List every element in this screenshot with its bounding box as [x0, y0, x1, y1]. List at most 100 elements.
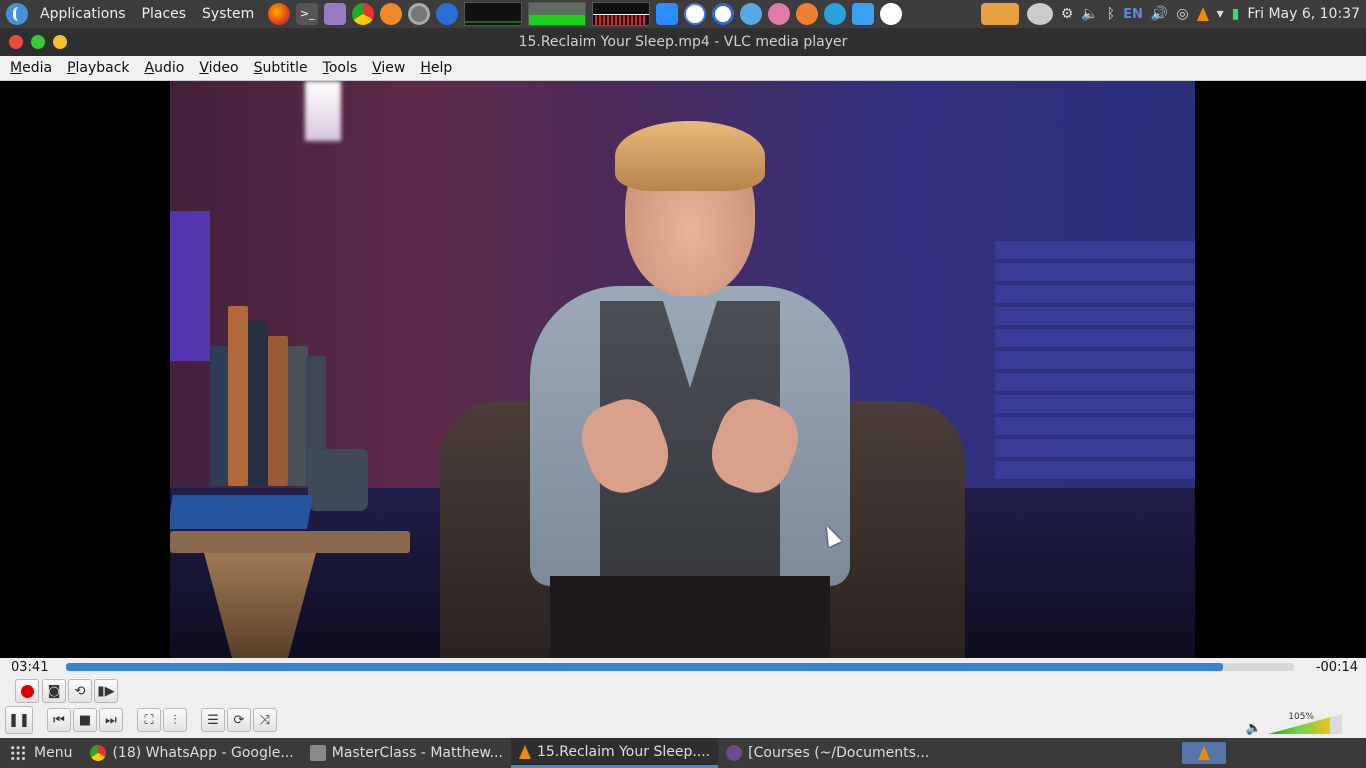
vlc-icon [1198, 746, 1210, 760]
presenter [530, 121, 850, 658]
previous-button[interactable]: ⏮ [47, 708, 71, 732]
pause-icon: ❚❚ [8, 712, 30, 728]
menu-tools[interactable]: Tools [318, 60, 363, 76]
taskbar: Menu (18) WhatsApp - Google... MasterCla… [0, 738, 1366, 768]
text-editor-icon[interactable] [324, 3, 347, 25]
background-glow [170, 211, 210, 361]
browser-tray-icon[interactable]: ◎ [1176, 6, 1188, 22]
menu-media[interactable]: Media [5, 60, 57, 76]
playlist-icon: ☰ [207, 712, 219, 728]
frame-step-icon: ▮▶ [97, 683, 115, 699]
remote-app-icon[interactable] [852, 3, 875, 25]
clock[interactable]: Fri May 6, 10:37 [1247, 6, 1360, 22]
playlist-button[interactable]: ☰ [201, 708, 225, 732]
keyboard-layout[interactable]: EN [1123, 7, 1143, 22]
task-vlc[interactable]: 15.Reclaim Your Sleep.... [510, 738, 719, 768]
loop-button[interactable]: ⟳ [227, 708, 251, 732]
menu-view[interactable]: View [367, 60, 410, 76]
speaker-icon[interactable]: 🔈 [1081, 6, 1098, 22]
system-tray: ⚙ 🔈 ᛒ EN 🔊 ◎ ▾ ▮ Fri May 6, 10:37 [980, 0, 1366, 28]
record-button[interactable] [15, 679, 39, 703]
ab-loop-icon: ⟲ [74, 683, 86, 699]
pause-button[interactable]: ❚❚ [5, 706, 33, 734]
fullscreen-icon: ⛶ [144, 712, 154, 728]
vlc-tray-icon[interactable] [1196, 7, 1209, 21]
battery-icon[interactable]: ▮ [1232, 6, 1240, 22]
chrome-icon[interactable] [352, 3, 375, 25]
record-icon [20, 684, 34, 698]
headset-icon[interactable] [768, 3, 791, 25]
camera-icon: ◙ [47, 683, 61, 699]
terminal-icon[interactable]: >_ [296, 3, 319, 25]
app-grid-icon [10, 745, 26, 761]
window-title-bar: 15.Reclaim Your Sleep.mp4 - VLC media pl… [0, 28, 1366, 56]
loop-ab-button[interactable]: ⟲ [68, 679, 92, 703]
network-app-icon[interactable] [436, 3, 459, 25]
menu-subtitle[interactable]: Subtitle [249, 60, 313, 76]
mug [308, 449, 368, 511]
editor-icon [726, 745, 743, 761]
distro-logo-icon[interactable] [6, 3, 28, 25]
snapshot-button[interactable]: ◙ [42, 679, 66, 703]
top-panel: Applications Places System >_ ⚙ 🔈 ᛒ EN 🔊… [0, 0, 1366, 28]
settings-app-icon[interactable] [684, 3, 707, 25]
network-graph [592, 2, 651, 26]
mute-button[interactable]: 🔈 [1246, 721, 1262, 736]
menu-audio[interactable]: Audio [140, 60, 190, 76]
seek-bar[interactable] [66, 663, 1294, 671]
wifi-icon[interactable]: ▾ [1217, 6, 1224, 22]
remaining-time[interactable]: -00:14 [1316, 660, 1358, 675]
menu-playback[interactable]: Playback [62, 60, 134, 76]
stop-icon: ■ [78, 712, 92, 728]
menu-bar: Media Playback Audio Video Subtitle Tool… [0, 56, 1366, 81]
window-title: 15.Reclaim Your Sleep.mp4 - VLC media pl… [518, 34, 848, 50]
seek-progress [66, 663, 1223, 671]
next-button[interactable]: ⏭ [99, 708, 123, 732]
fox-app-icon[interactable] [796, 3, 819, 25]
menu-video[interactable]: Video [194, 60, 243, 76]
telegram-icon[interactable] [824, 3, 847, 25]
shuffle-icon: ⤨ [259, 712, 271, 728]
extended-settings-button[interactable]: ⫶ [163, 708, 187, 732]
fullscreen-button[interactable]: ⛶ [137, 708, 161, 732]
task-editor[interactable]: [Courses (~/Documents... [718, 738, 937, 768]
start-menu-label: Menu [34, 745, 73, 761]
memory-graph [528, 2, 587, 26]
video-area[interactable] [0, 81, 1366, 658]
places-menu[interactable]: Places [134, 0, 195, 28]
task-label: MasterClass - Matthew... [331, 745, 503, 761]
writer-icon[interactable] [712, 3, 735, 25]
volume-percent: 105% [1288, 712, 1314, 722]
equalizer-icon: ⫶ [173, 712, 177, 728]
fish-icon[interactable] [980, 3, 1019, 25]
chess-icon[interactable] [880, 3, 903, 25]
start-menu-button[interactable]: Menu [0, 738, 82, 768]
record-app-icon[interactable] [408, 3, 431, 25]
menu-help[interactable]: Help [415, 60, 457, 76]
shuffle-button[interactable]: ⤨ [253, 708, 277, 732]
frame-step-button[interactable]: ▮▶ [94, 679, 118, 703]
folder-icon [309, 745, 326, 761]
stop-button[interactable]: ■ [73, 708, 97, 732]
launcher-bar: >_ [268, 2, 903, 26]
elapsed-time[interactable]: 03:41 [11, 660, 48, 675]
vlc-tray-button[interactable] [1182, 742, 1226, 764]
task-whatsapp[interactable]: (18) WhatsApp - Google... [82, 738, 301, 768]
applications-menu[interactable]: Applications [32, 0, 134, 28]
system-menu[interactable]: System [194, 0, 262, 28]
gear-icon[interactable]: ⚙ [1061, 6, 1074, 22]
mu-icon[interactable] [380, 3, 403, 25]
task-file-manager[interactable]: MasterClass - Matthew... [302, 738, 511, 768]
background-stairs [995, 241, 1195, 481]
volume-icon[interactable]: 🔊 [1151, 6, 1168, 22]
player-controls: 03:41 -00:14 ◙ ⟲ ▮▶ ❚❚ ⏮ ■ ⏭ ⛶ ⫶ ☰ ⟳ ⤨ 🔈… [0, 658, 1366, 738]
task-label: (18) WhatsApp - Google... [112, 745, 294, 761]
zoom-icon[interactable] [656, 3, 679, 25]
firefox-icon[interactable] [268, 3, 291, 25]
cpu-graph [464, 2, 523, 26]
eyes-icon[interactable] [1026, 3, 1053, 25]
globe-icon[interactable] [740, 3, 763, 25]
notebook [170, 495, 313, 529]
video-frame[interactable] [170, 81, 1195, 658]
bluetooth-icon[interactable]: ᛒ [1107, 6, 1115, 22]
